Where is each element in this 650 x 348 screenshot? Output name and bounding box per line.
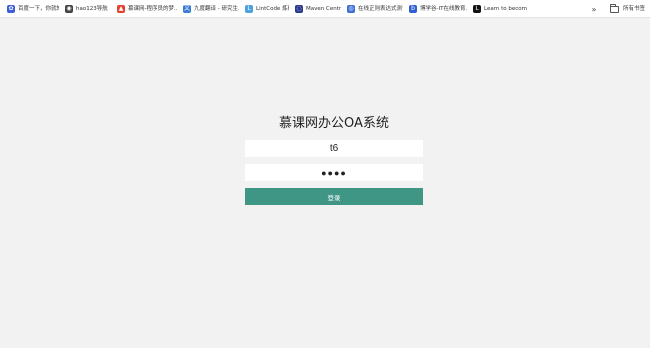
- bookmark-label: 博学谷-IT在线教育...: [420, 5, 467, 12]
- maven-icon: ◌: [295, 4, 303, 13]
- bookmark-item[interactable]: b 博学谷-IT在线教育...: [406, 0, 470, 18]
- learn-icon: L: [473, 4, 481, 13]
- bookmark-label: 百度一下，你就知道: [18, 5, 59, 12]
- bookmark-item[interactable]: ◌Maven Central: [292, 0, 344, 18]
- folder-icon: [610, 3, 619, 13]
- bookmark-item[interactable]: LLearn to become...: [470, 0, 530, 18]
- all-bookmarks-button[interactable]: 所有书签: [610, 0, 645, 18]
- bookmark-label: LintCode 炼码: [256, 5, 289, 12]
- baidu-paw-icon: ✿: [7, 4, 15, 13]
- translate-icon: 文: [183, 4, 191, 13]
- bookmark-label: 九度翻译 - 研究生...: [194, 5, 239, 12]
- bookmark-label: 在线正则表达式测试: [358, 5, 403, 12]
- login-button[interactable]: 登录: [245, 188, 423, 205]
- bookmark-item[interactable]: ✿百度一下，你就知道: [4, 0, 62, 18]
- bookmark-item[interactable]: ▲ 慕课网-程序员的梦...: [114, 0, 180, 18]
- all-bookmarks-label: 所有书签: [623, 6, 646, 12]
- bookmark-item[interactable]: LLintCode 炼码: [242, 0, 292, 18]
- bookmark-item[interactable]: 文九度翻译 - 研究生...: [180, 0, 242, 18]
- bookmarks-bar: ✿百度一下，你就知道◉hao123导航▲慕课网-程序员的梦...文九度翻译 - …: [0, 0, 650, 18]
- bookmarks-overflow-button[interactable]: »: [588, 0, 600, 18]
- username-input[interactable]: [245, 140, 423, 157]
- regex-icon: ◎: [347, 4, 355, 13]
- bookmark-item[interactable]: ◉ hao123导航: [62, 0, 114, 18]
- password-input[interactable]: [245, 164, 423, 181]
- bookmark-item[interactable]: ◎ 在线正则表达式测试: [344, 0, 406, 18]
- page-title: 慕课网办公OA系统: [279, 116, 389, 131]
- bookmark-list: ✿百度一下，你就知道◉hao123导航▲慕课网-程序员的梦...文九度翻译 - …: [0, 0, 530, 18]
- bookmark-label: Maven Central: [306, 5, 341, 12]
- globe-icon: ◉: [65, 4, 73, 13]
- bookmark-label: 慕课网-程序员的梦...: [128, 5, 177, 12]
- boxuegu-icon: b: [409, 4, 417, 13]
- bookmark-label: hao123导航: [76, 5, 108, 12]
- imooc-flame-icon: ▲: [117, 4, 125, 13]
- lintcode-icon: L: [245, 4, 253, 13]
- bookmark-label: Learn to become...: [484, 5, 527, 12]
